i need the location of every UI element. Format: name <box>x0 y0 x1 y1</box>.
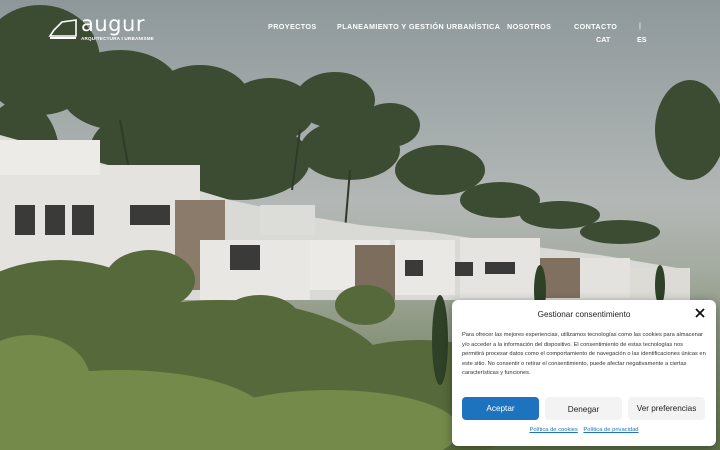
consent-links: Política de cookies Política de privacid… <box>452 427 716 433</box>
nav-item-contacto[interactable]: CONTACTO <box>574 22 617 31</box>
nav-item-planeamiento[interactable]: PLANEAMIENTO Y GESTIÓN URBANÍSTICA <box>337 22 500 31</box>
consent-body: Para ofrecer las mejores experiencias, u… <box>462 332 706 376</box>
lang-separator: | <box>639 21 641 30</box>
nav-item-nosotros[interactable]: NOSOTROS <box>507 22 551 31</box>
close-icon[interactable] <box>695 308 705 318</box>
nav-item-proyectos[interactable]: PROYECTOS <box>268 22 317 31</box>
main-nav: PROYECTOS PLANEAMIENTO Y GESTIÓN URBANÍS… <box>0 21 720 46</box>
cookie-consent-dialog: Gestionar consentimiento Para ofrecer la… <box>452 300 716 446</box>
lang-es-link[interactable]: ES <box>637 35 647 44</box>
consent-title: Gestionar consentimiento <box>537 310 631 319</box>
privacy-policy-link[interactable]: Política de privacidad <box>583 427 638 433</box>
lang-cat-link[interactable]: CAT <box>596 35 610 44</box>
cookie-policy-link[interactable]: Política de cookies <box>529 427 577 433</box>
deny-button[interactable]: Denegar <box>545 397 622 420</box>
accept-button[interactable]: Aceptar <box>462 397 539 420</box>
view-preferences-button[interactable]: Ver preferencias <box>628 397 705 420</box>
